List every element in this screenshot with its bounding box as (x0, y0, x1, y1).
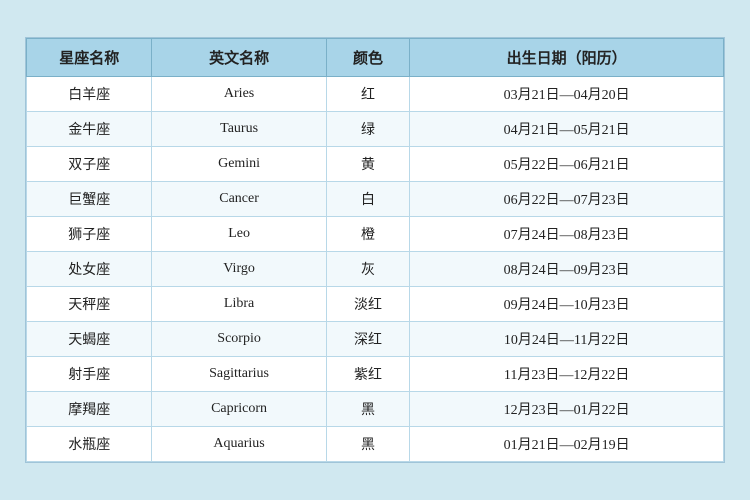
cell-zh: 射手座 (27, 357, 152, 392)
cell-color: 深红 (326, 322, 410, 357)
table-row: 天秤座Libra淡红09月24日—10月23日 (27, 287, 724, 322)
table-row: 处女座Virgo灰08月24日—09月23日 (27, 252, 724, 287)
cell-en: Aquarius (152, 427, 326, 462)
cell-date: 03月21日—04月20日 (410, 77, 724, 112)
cell-en: Virgo (152, 252, 326, 287)
cell-zh: 巨蟹座 (27, 182, 152, 217)
cell-color: 白 (326, 182, 410, 217)
cell-date: 09月24日—10月23日 (410, 287, 724, 322)
cell-zh: 天秤座 (27, 287, 152, 322)
cell-date: 06月22日—07月23日 (410, 182, 724, 217)
header-zh: 星座名称 (27, 39, 152, 77)
cell-en: Capricorn (152, 392, 326, 427)
cell-zh: 天蝎座 (27, 322, 152, 357)
cell-zh: 双子座 (27, 147, 152, 182)
cell-en: Leo (152, 217, 326, 252)
cell-zh: 金牛座 (27, 112, 152, 147)
header-color: 颜色 (326, 39, 410, 77)
header-en: 英文名称 (152, 39, 326, 77)
table-header-row: 星座名称 英文名称 颜色 出生日期（阳历） (27, 39, 724, 77)
cell-en: Aries (152, 77, 326, 112)
cell-en: Sagittarius (152, 357, 326, 392)
cell-date: 12月23日—01月22日 (410, 392, 724, 427)
cell-color: 红 (326, 77, 410, 112)
cell-zh: 处女座 (27, 252, 152, 287)
table-row: 巨蟹座Cancer白06月22日—07月23日 (27, 182, 724, 217)
table-row: 金牛座Taurus绿04月21日—05月21日 (27, 112, 724, 147)
cell-color: 紫红 (326, 357, 410, 392)
table-body: 白羊座Aries红03月21日—04月20日金牛座Taurus绿04月21日—0… (27, 77, 724, 462)
cell-en: Taurus (152, 112, 326, 147)
cell-date: 05月22日—06月21日 (410, 147, 724, 182)
table-row: 天蝎座Scorpio深红10月24日—11月22日 (27, 322, 724, 357)
cell-date: 11月23日—12月22日 (410, 357, 724, 392)
cell-date: 01月21日—02月19日 (410, 427, 724, 462)
cell-color: 黄 (326, 147, 410, 182)
cell-date: 07月24日—08月23日 (410, 217, 724, 252)
cell-zh: 水瓶座 (27, 427, 152, 462)
cell-color: 黑 (326, 392, 410, 427)
cell-zh: 狮子座 (27, 217, 152, 252)
cell-color: 淡红 (326, 287, 410, 322)
cell-date: 08月24日—09月23日 (410, 252, 724, 287)
cell-en: Gemini (152, 147, 326, 182)
cell-en: Scorpio (152, 322, 326, 357)
table-row: 白羊座Aries红03月21日—04月20日 (27, 77, 724, 112)
cell-en: Cancer (152, 182, 326, 217)
cell-color: 绿 (326, 112, 410, 147)
zodiac-table: 星座名称 英文名称 颜色 出生日期（阳历） 白羊座Aries红03月21日—04… (26, 38, 724, 462)
cell-en: Libra (152, 287, 326, 322)
zodiac-table-container: 星座名称 英文名称 颜色 出生日期（阳历） 白羊座Aries红03月21日—04… (25, 37, 725, 463)
header-date: 出生日期（阳历） (410, 39, 724, 77)
cell-zh: 摩羯座 (27, 392, 152, 427)
table-row: 狮子座Leo橙07月24日—08月23日 (27, 217, 724, 252)
cell-date: 04月21日—05月21日 (410, 112, 724, 147)
cell-color: 橙 (326, 217, 410, 252)
table-row: 水瓶座Aquarius黑01月21日—02月19日 (27, 427, 724, 462)
cell-color: 黑 (326, 427, 410, 462)
cell-date: 10月24日—11月22日 (410, 322, 724, 357)
cell-zh: 白羊座 (27, 77, 152, 112)
cell-color: 灰 (326, 252, 410, 287)
table-row: 射手座Sagittarius紫红11月23日—12月22日 (27, 357, 724, 392)
table-row: 摩羯座Capricorn黑12月23日—01月22日 (27, 392, 724, 427)
table-row: 双子座Gemini黄05月22日—06月21日 (27, 147, 724, 182)
